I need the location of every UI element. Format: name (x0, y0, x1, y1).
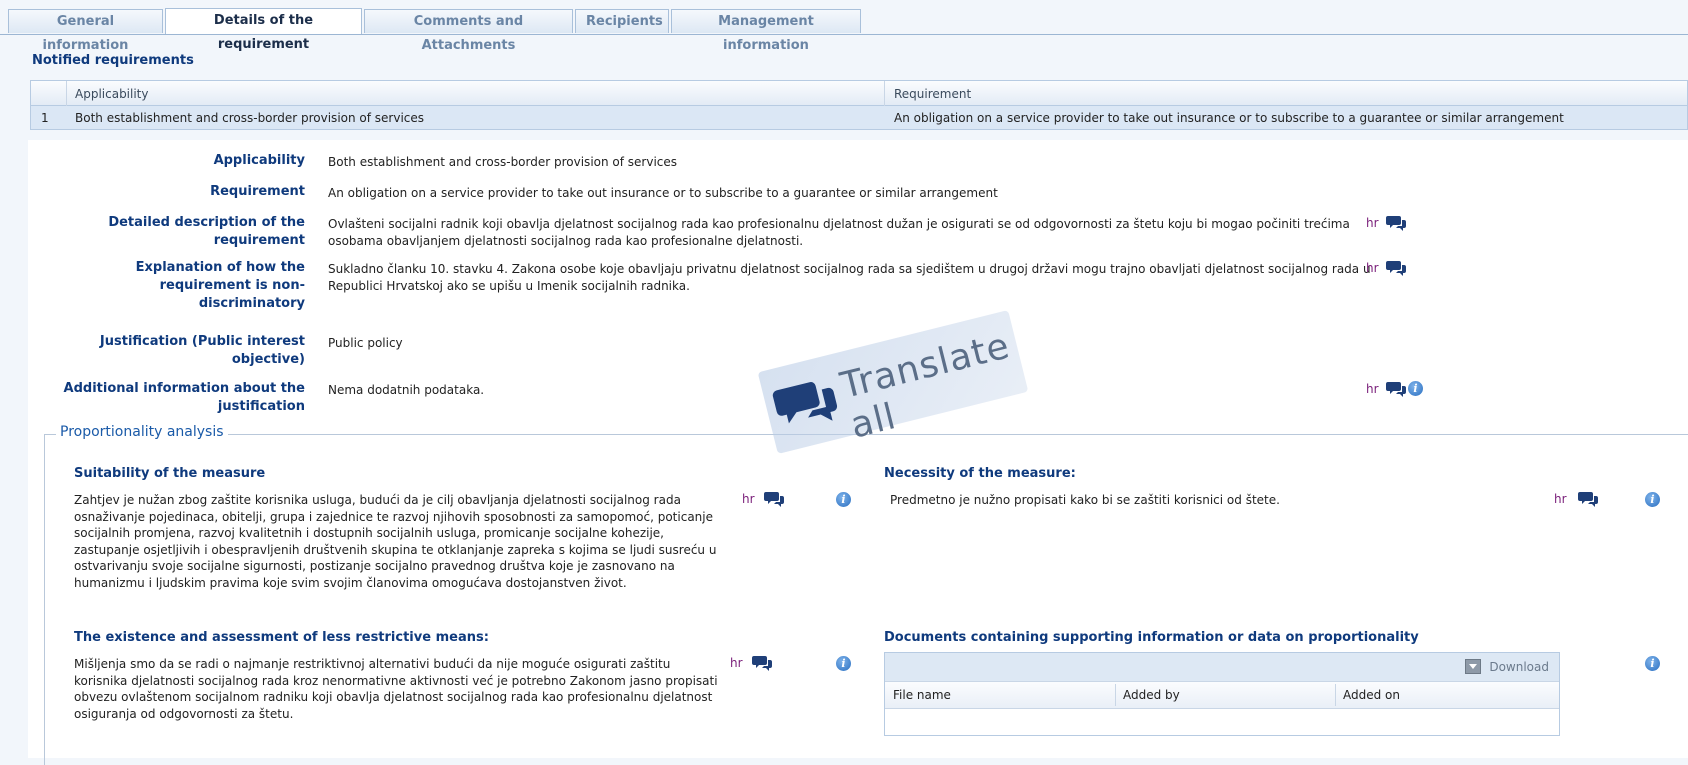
section-title: Notified requirements (32, 53, 194, 68)
detailed-description-value: Ovlašteni socijalni radnik koji obavlja … (328, 217, 1350, 248)
column-header-requirement[interactable]: Requirement (894, 81, 971, 107)
documents-table: Download File name Added by Added on (884, 652, 1560, 736)
row-index: 1 (41, 111, 49, 125)
documents-toolbar: Download (885, 653, 1559, 681)
language-code: hr (1366, 382, 1379, 396)
column-separator (1115, 684, 1116, 706)
tab-general-information[interactable]: General information (8, 9, 163, 53)
row-applicability: Both establishment and cross-border prov… (75, 111, 425, 125)
language-code: hr (1554, 492, 1567, 506)
chat-bubbles-icon (772, 382, 838, 424)
less-restrictive-text: Mišljenja smo da se radi o najmanje rest… (68, 654, 726, 724)
requirement-value: An obligation on a service provider to t… (328, 186, 998, 200)
detailed-description-label: Detailed description of the requirement (50, 214, 305, 250)
info-icon[interactable]: i (836, 492, 851, 507)
suitability-title: Suitability of the measure (74, 466, 266, 481)
tab-details-of-the-requirement[interactable]: Details of the requirement (165, 8, 362, 52)
requirements-grid-header: Applicability Requirement (30, 80, 1688, 106)
column-header-file-name[interactable]: File name (893, 682, 951, 708)
row-requirement: An obligation on a service provider to t… (894, 111, 1564, 125)
tab-management-information[interactable]: Management information (671, 9, 861, 53)
chat-bubbles-icon[interactable] (1386, 260, 1406, 276)
chat-bubbles-icon[interactable] (1386, 215, 1406, 231)
table-row[interactable]: 1 Both establishment and cross-border pr… (30, 106, 1688, 130)
label-line: Detailed description of the (108, 215, 305, 230)
label-line: requirement is non- (159, 278, 305, 293)
tab-recipients[interactable]: Recipients (575, 9, 669, 33)
label-line: discriminatory (198, 296, 305, 311)
applicability-value: Both establishment and cross-border prov… (328, 155, 678, 169)
language-code: hr (742, 492, 755, 506)
necessity-title: Necessity of the measure: (884, 466, 1076, 481)
necessity-text: Predmetno je nužno propisati kako bi se … (884, 490, 1548, 510)
documents-table-header: File name Added by Added on (885, 681, 1559, 709)
label-line: objective) (231, 352, 305, 367)
explanation-label: Explanation of how the requirement is no… (50, 259, 305, 313)
column-header-added-on[interactable]: Added on (1343, 682, 1400, 708)
label-line: Additional information about the (63, 381, 305, 396)
language-code: hr (1366, 216, 1379, 230)
suitability-text: Zahtjev je nužan zbog zaštite korisnika … (68, 490, 736, 612)
info-icon[interactable]: i (836, 656, 851, 671)
label-line: requirement (213, 233, 305, 248)
chat-bubbles-icon[interactable] (1386, 381, 1406, 397)
requirement-label: Requirement (210, 184, 305, 199)
chat-bubbles-icon[interactable] (1578, 491, 1598, 507)
tab-comments-and-attachments[interactable]: Comments and Attachments (364, 9, 573, 53)
label-line: Explanation of how the (135, 260, 305, 275)
proportionality-legend: Proportionality analysis (56, 424, 228, 440)
chat-bubbles-icon[interactable] (764, 491, 784, 507)
info-icon[interactable]: i (1645, 656, 1660, 671)
tab-bar: General information Details of the requi… (0, 0, 1688, 53)
info-icon[interactable]: i (1645, 492, 1660, 507)
documents-title: Documents containing supporting informat… (884, 630, 1419, 645)
chat-bubbles-icon[interactable] (752, 655, 772, 671)
label-line: Justification (Public interest (99, 334, 305, 349)
applicability-label: Applicability (213, 153, 305, 168)
download-icon (1465, 659, 1482, 674)
language-code: hr (1366, 261, 1379, 275)
download-label: Download (1489, 660, 1549, 674)
column-separator (884, 81, 885, 106)
justification-label: Justification (Public interest objective… (50, 333, 305, 369)
column-separator (66, 81, 67, 106)
explanation-value: Sukladno članku 10. stavku 4. Zakona oso… (328, 262, 1371, 293)
language-code: hr (730, 656, 743, 670)
column-separator (1335, 684, 1336, 706)
column-header-added-by[interactable]: Added by (1123, 682, 1180, 708)
download-button[interactable]: Download (1465, 658, 1549, 676)
label-line: justification (217, 399, 305, 414)
less-restrictive-title: The existence and assessment of less res… (74, 630, 489, 645)
column-header-applicability[interactable]: Applicability (75, 81, 149, 107)
info-icon[interactable]: i (1408, 381, 1423, 396)
additional-info-label: Additional information about the justifi… (28, 380, 305, 416)
